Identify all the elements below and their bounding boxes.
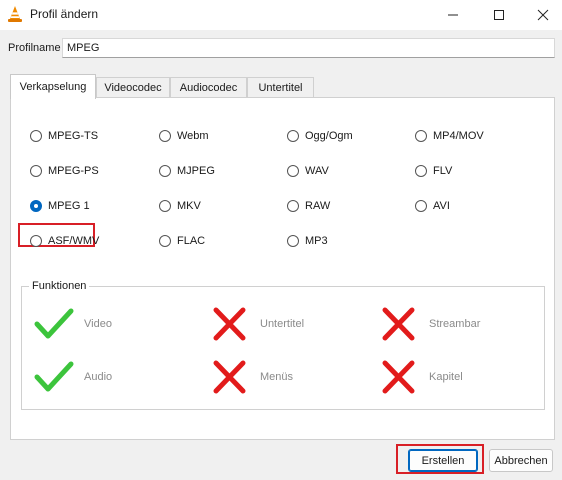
minimize-button[interactable]	[430, 0, 476, 30]
radio-label: MP4/MOV	[433, 130, 484, 142]
feature-menus: Menüs	[210, 360, 293, 394]
radio-label: MKV	[177, 200, 201, 212]
feature-label: Untertitel	[260, 318, 305, 330]
radio-raw[interactable]: RAW	[287, 198, 330, 214]
radio-mkv[interactable]: MKV	[159, 198, 201, 214]
cross-icon	[213, 360, 246, 394]
cross-icon	[382, 360, 415, 394]
radio-mp3[interactable]: MP3	[287, 233, 328, 249]
close-button[interactable]	[520, 0, 562, 30]
radio-avi[interactable]: AVI	[415, 198, 450, 214]
radio-webm[interactable]: Webm	[159, 128, 209, 144]
tab-audio-codec[interactable]: Audiocodec	[170, 77, 247, 98]
radio-mp4-mov[interactable]: MP4/MOV	[415, 128, 484, 144]
feature-video: Video	[34, 307, 112, 341]
radio-indicator	[159, 165, 171, 177]
radio-label: MPEG-TS	[48, 130, 99, 142]
profile-name-label: Profilname	[8, 42, 61, 54]
feature-audio: Audio	[34, 360, 112, 394]
radio-label: MP3	[305, 235, 328, 247]
radio-asf-wmv[interactable]: ASF/WMV	[30, 233, 99, 249]
feature-label: Audio	[84, 371, 113, 383]
vlc-cone-icon	[8, 6, 22, 22]
radio-label: AVI	[433, 200, 450, 212]
radio-ogg-ogm[interactable]: Ogg/Ogm	[287, 128, 353, 144]
radio-indicator	[287, 165, 299, 177]
radio-indicator	[415, 165, 427, 177]
radio-label: FLV	[433, 165, 453, 177]
tab-subtitles[interactable]: Untertitel	[247, 77, 314, 98]
radio-indicator	[415, 130, 427, 142]
feature-chapters: Kapitel	[379, 360, 463, 394]
close-icon	[537, 9, 549, 21]
radio-indicator	[30, 130, 42, 142]
radio-indicator	[287, 130, 299, 142]
radio-indicator	[415, 200, 427, 212]
create-button[interactable]: Erstellen	[408, 449, 478, 472]
encapsulation-panel: MPEG-TS Webm Ogg/Ogm MP4/MOV MPEG-PS MJP…	[10, 97, 555, 440]
maximize-button[interactable]	[476, 0, 522, 30]
checkmark-icon	[34, 308, 74, 339]
minimize-icon	[448, 14, 458, 16]
feature-label: Kapitel	[429, 371, 463, 383]
radio-label: ASF/WMV	[48, 235, 100, 247]
radio-indicator	[159, 130, 171, 142]
radio-label: MPEG-PS	[48, 165, 99, 177]
radio-mpeg-ts[interactable]: MPEG-TS	[30, 128, 98, 144]
radio-mpeg-ps[interactable]: MPEG-PS	[30, 163, 99, 179]
dialog-body: Profilname Verkapselung Videocodec Audio…	[0, 30, 562, 480]
tab-video-codec[interactable]: Videocodec	[96, 77, 170, 98]
maximize-icon	[494, 10, 504, 20]
radio-mjpeg[interactable]: MJPEG	[159, 163, 215, 179]
tab-encapsulation[interactable]: Verkapselung	[10, 74, 96, 99]
feature-streamable: Streambar	[379, 307, 480, 341]
radio-mpeg-1[interactable]: MPEG 1	[30, 198, 90, 214]
radio-indicator	[30, 165, 42, 177]
radio-indicator	[159, 200, 171, 212]
radio-label: Ogg/Ogm	[305, 130, 353, 142]
feature-label: Video	[84, 318, 112, 330]
radio-indicator	[159, 235, 171, 247]
cancel-button[interactable]: Abbrechen	[489, 449, 553, 472]
cross-icon	[213, 307, 246, 341]
title-bar: Profil ändern	[0, 0, 562, 30]
window-title: Profil ändern	[30, 7, 99, 21]
radio-label: WAV	[305, 165, 329, 177]
radio-indicator	[287, 200, 299, 212]
profile-name-input[interactable]	[62, 38, 555, 58]
radio-label: RAW	[305, 200, 331, 212]
radio-flac[interactable]: FLAC	[159, 233, 205, 249]
checkmark-icon	[34, 361, 74, 392]
feature-label: Streambar	[429, 318, 481, 330]
radio-flv[interactable]: FLV	[415, 163, 452, 179]
radio-label: MJPEG	[177, 165, 215, 177]
features-group: Funktionen Video Untertitel Streambar Au…	[21, 280, 545, 410]
radio-indicator	[30, 235, 42, 247]
radio-indicator	[287, 235, 299, 247]
feature-label: Menüs	[260, 371, 294, 383]
radio-label: Webm	[177, 130, 209, 142]
feature-subtitles: Untertitel	[210, 307, 304, 341]
radio-indicator	[30, 200, 42, 212]
features-group-title: Funktionen	[29, 280, 90, 292]
cross-icon	[382, 307, 415, 341]
radio-label: FLAC	[177, 235, 206, 247]
radio-wav[interactable]: WAV	[287, 163, 329, 179]
radio-label: MPEG 1	[48, 200, 90, 212]
